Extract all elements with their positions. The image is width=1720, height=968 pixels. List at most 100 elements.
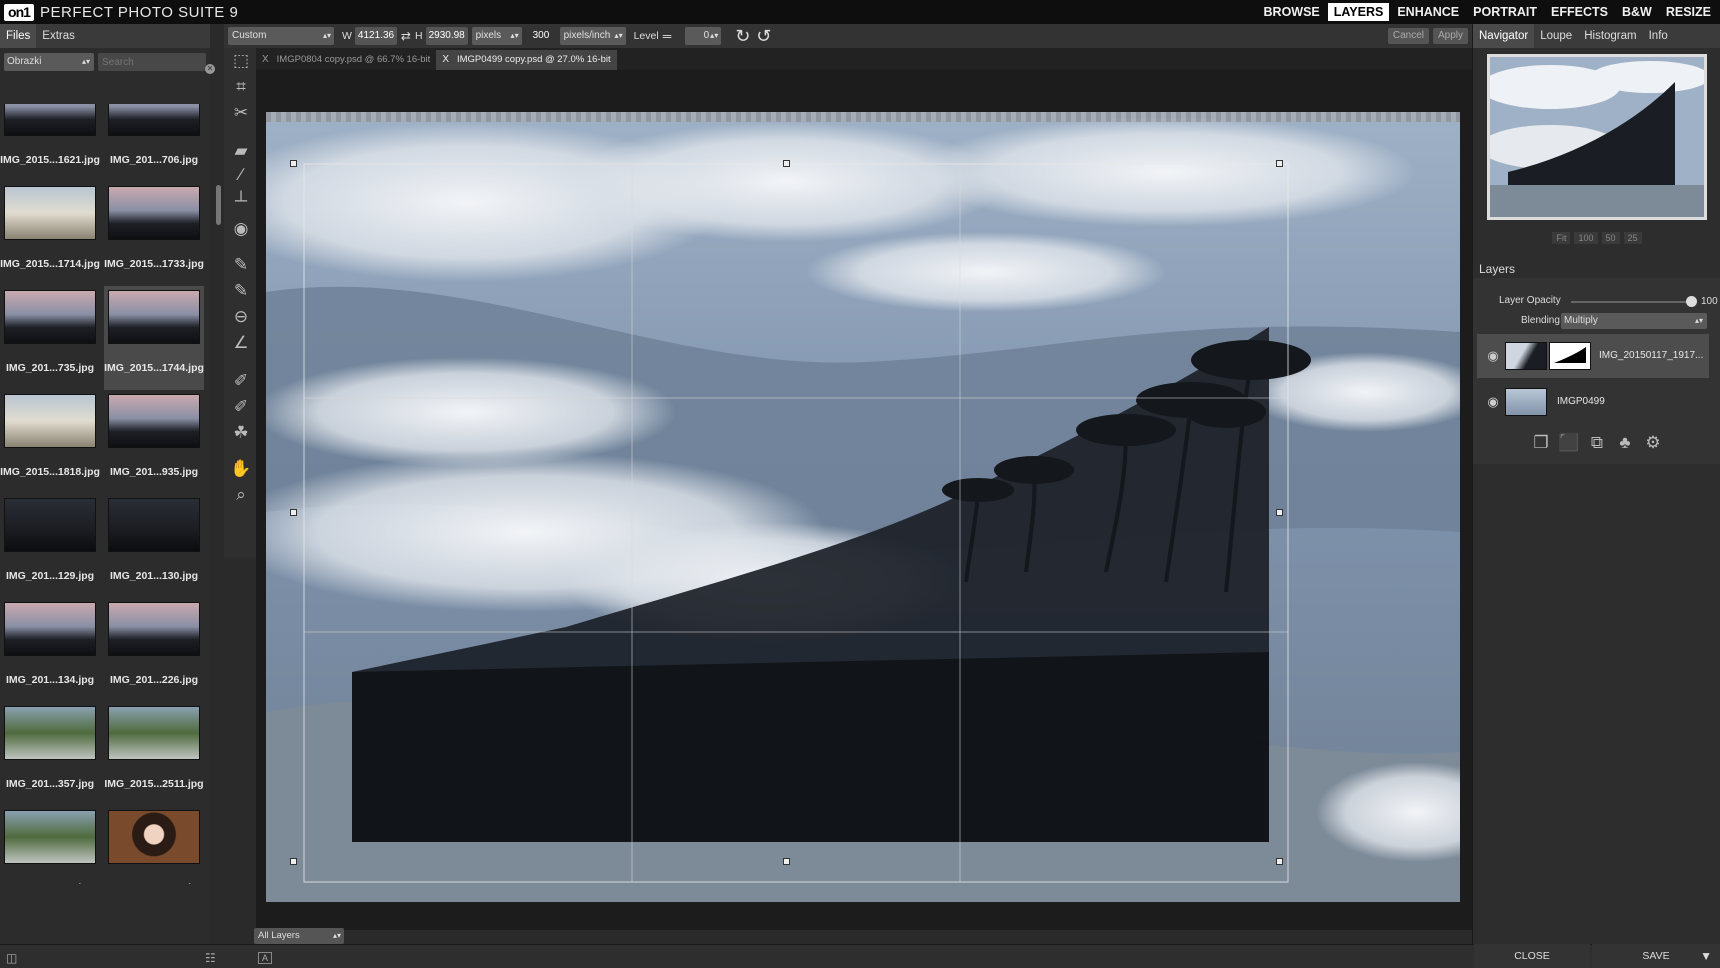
crop-tool-icon[interactable]: ⌗ (230, 76, 252, 98)
thumbnail-item[interactable]: IMG_201...134.jpg (0, 598, 100, 702)
toggle-panel-icon[interactable]: ◫ (6, 951, 17, 965)
crop-handle-bottom-right[interactable] (1276, 858, 1283, 865)
zoom-tool-icon[interactable]: ⌕ (230, 484, 252, 506)
clone-stamp-icon[interactable]: ┴ (230, 190, 252, 212)
tab-files[interactable]: Files (0, 24, 37, 48)
tab-info[interactable]: Info (1643, 24, 1674, 48)
rotate-left-icon[interactable]: ↻ (735, 26, 750, 47)
cut-tool-icon[interactable]: ✂ (230, 102, 252, 124)
crop-handle-bottom-left[interactable] (290, 858, 297, 865)
crop-handle-bottom[interactable] (783, 858, 790, 865)
thumbnail-item[interactable]: IMG_201...935.jpg (104, 390, 204, 494)
module-layers[interactable]: LAYERS (1327, 3, 1390, 21)
duplicate-layer-icon[interactable]: ⧉ (1586, 432, 1608, 454)
bucket-icon[interactable]: ☘ (230, 422, 252, 444)
thumbnail-item[interactable]: IMG_2015...1818.jpg (0, 390, 100, 494)
visibility-eye-icon[interactable]: ◉ (1485, 394, 1501, 410)
thumbnail-item[interactable]: IMG_2015...1733.jpg (104, 182, 204, 286)
opacity-slider-track[interactable] (1571, 301, 1689, 303)
height-field[interactable]: 2930.98 (425, 27, 468, 45)
crop-handle-top-right[interactable] (1276, 160, 1283, 167)
module-effects[interactable]: EFFECTS (1545, 3, 1614, 21)
brush-icon[interactable]: ✐ (230, 370, 252, 392)
layer-filter-select[interactable]: All Layers ▴▾ (254, 928, 344, 944)
perfect-brush-icon[interactable]: ✎ (230, 280, 252, 302)
level-tool-icon[interactable]: ═ (663, 29, 672, 43)
thumbnail-item[interactable]: IMG_201...735.jpg (0, 286, 100, 390)
bandaid-tool-icon[interactable]: ∕ (230, 164, 252, 186)
chevron-down-icon[interactable]: ▼ (1700, 944, 1712, 968)
navigator-preview[interactable] (1487, 54, 1707, 220)
document-tab[interactable]: X IMGP0804 copy.psd @ 66.7% 16-bit (256, 50, 436, 70)
hand-tool-icon[interactable]: ✋ (230, 458, 252, 480)
close-button[interactable]: CLOSE (1474, 944, 1590, 968)
module-resize[interactable]: RESIZE (1660, 3, 1717, 21)
gradient-mask-icon[interactable]: ⊖ (230, 306, 252, 328)
view-eye-icon[interactable]: ◉ (230, 218, 252, 240)
settings-gear-icon[interactable]: ⚙ (1642, 432, 1664, 454)
thumbnail-item[interactable]: IMG_201...130.jpg (104, 494, 204, 598)
save-button[interactable]: SAVE ▼ (1592, 944, 1720, 968)
canvas-area[interactable] (256, 70, 1472, 930)
tab-loupe[interactable]: Loupe (1534, 24, 1578, 48)
zoom-100-button[interactable]: 100 (1574, 232, 1598, 244)
thumbnail-item[interactable]: IMG_201...129.jpg (0, 494, 100, 598)
new-layer-icon[interactable]: ❐ (1530, 432, 1552, 454)
layer-mask-thumbnail[interactable] (1549, 342, 1591, 370)
rotate-right-icon[interactable]: ↺ (756, 26, 771, 47)
apply-button[interactable]: Apply (1432, 28, 1468, 44)
crop-handle-top[interactable] (783, 160, 790, 167)
thumbnail-item[interactable]: IMG_2015...1744.jpg (104, 286, 204, 390)
resolution-field[interactable]: 300 (529, 27, 556, 45)
tab-extras[interactable]: Extras (36, 24, 81, 48)
tab-histogram[interactable]: Histogram (1578, 24, 1642, 48)
thumbnail-grid[interactable]: IMG_2015...1621.jpg IMG_201...706.jpg IMG_… (0, 104, 210, 884)
retouch-brush-icon[interactable]: ✐ (230, 396, 252, 418)
thumbnail-item[interactable]: IMG_2015...1714.jpg (0, 182, 100, 286)
crop-handle-right[interactable] (1276, 509, 1283, 516)
chisel-icon[interactable]: ∠ (230, 332, 252, 354)
thumbnail-item[interactable]: IMG_201...226.jpg (104, 598, 204, 702)
thumbnail-item[interactable]: IMG_201...706.jpg (104, 104, 204, 182)
photo-canvas[interactable] (266, 112, 1460, 902)
visibility-eye-icon[interactable]: ◉ (1485, 348, 1501, 364)
resolution-unit-select[interactable]: pixels/inch ▴▾ (559, 27, 626, 45)
thumbnail-item[interactable]: IMG_2015...1217.jpg (104, 806, 204, 884)
cancel-button[interactable]: Cancel (1387, 28, 1429, 44)
crop-preset-select[interactable]: Custom ▴▾ (228, 27, 334, 45)
eraser-tool-icon[interactable]: ▰ (230, 140, 252, 162)
module-browse[interactable]: BROWSE (1258, 3, 1326, 21)
close-icon[interactable]: X (442, 54, 449, 65)
mask-mode-icon[interactable]: A (258, 952, 273, 964)
grid-view-icon[interactable]: ☷ (205, 951, 216, 965)
fill-layer-icon[interactable]: ♣ (1614, 432, 1636, 454)
merge-layer-icon[interactable]: ⬛ (1558, 432, 1580, 454)
zoom-fit-button[interactable]: Fit (1552, 232, 1571, 244)
module-bw[interactable]: B&W (1616, 3, 1658, 21)
clear-search-icon[interactable]: ✕ (205, 64, 215, 74)
layer-row[interactable]: ◉ IMGP0499 (1477, 380, 1709, 424)
width-field[interactable]: 4121.36 (354, 27, 397, 45)
swap-icon[interactable]: ⇄ (401, 29, 411, 43)
level-select[interactable]: 0 ▴▾ (685, 27, 722, 45)
zoom-50-button[interactable]: 50 (1601, 232, 1620, 244)
blending-mode-select[interactable]: Multiply ▴▾ (1561, 313, 1707, 329)
crop-handle-top-left[interactable] (290, 160, 297, 167)
transform-tool-icon[interactable]: ⬚ (230, 50, 252, 72)
masking-brush-icon[interactable]: ✎ (230, 254, 252, 276)
thumbnail-item[interactable]: IMG_2015...1621.jpg (0, 104, 100, 182)
layer-row[interactable]: ◉ IMG_20150117_1917... (1477, 334, 1709, 378)
document-tab-active[interactable]: X IMGP0499 copy.psd @ 27.0% 16-bit (436, 50, 617, 70)
thumbnail-scrollbar[interactable] (216, 185, 221, 225)
opacity-slider-handle[interactable] (1686, 296, 1697, 307)
module-portrait[interactable]: PORTRAIT (1467, 3, 1543, 21)
folder-select[interactable]: Obrazki ▴▾ (4, 53, 94, 71)
thumbnail-item[interactable]: IMG_2015...2511.jpg (104, 702, 204, 806)
thumbnail-item[interactable]: IMG_201...357.jpg (0, 702, 100, 806)
tab-navigator[interactable]: Navigator (1473, 24, 1535, 48)
close-icon[interactable]: X (262, 54, 269, 65)
search-input[interactable] (98, 53, 206, 71)
thumbnail-item[interactable]: IMG_201...524.jpg (0, 806, 100, 884)
module-enhance[interactable]: ENHANCE (1391, 3, 1465, 21)
zoom-25-button[interactable]: 25 (1623, 232, 1642, 244)
